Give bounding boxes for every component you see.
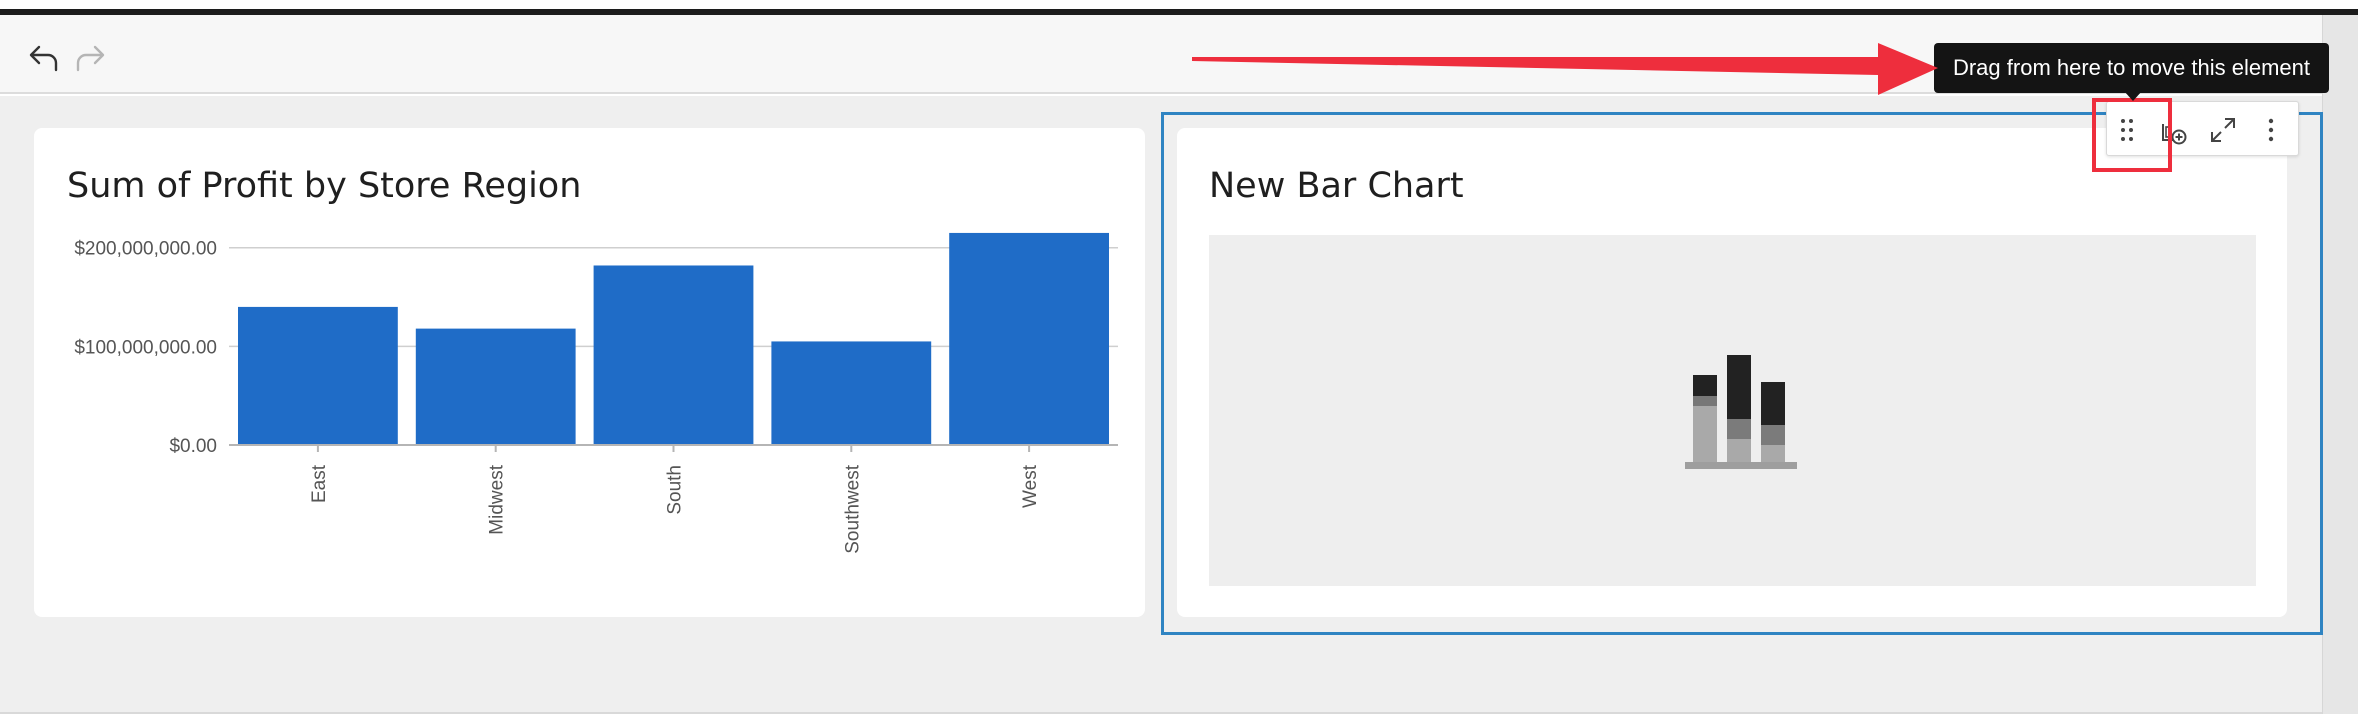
- redo-arrow-icon: [76, 45, 105, 72]
- undo-button[interactable]: [24, 37, 64, 77]
- x-tick-label: Midwest: [487, 464, 508, 534]
- drag-tooltip: Drag from here to move this element: [1934, 43, 2329, 93]
- x-tick-label: West: [1020, 464, 1041, 508]
- profit-chart-card[interactable]: Sum of Profit by Store Region $0.00 $100,…: [34, 128, 1145, 617]
- bar-west[interactable]: [949, 232, 1109, 445]
- right-scrollbar-track[interactable]: [2322, 15, 2358, 714]
- app-window: Sum of Profit by Store Region $0.00 $100,…: [0, 0, 2358, 724]
- redo-button[interactable]: [70, 37, 110, 77]
- bar-midwest[interactable]: [415, 328, 576, 445]
- expand-button[interactable]: [2203, 110, 2243, 150]
- bar-east[interactable]: [238, 306, 398, 445]
- more-options-icon: [2268, 118, 2274, 142]
- bar-south[interactable]: [593, 265, 754, 445]
- bar-southwest[interactable]: [771, 341, 932, 445]
- tooltip-caret: [2124, 91, 2142, 101]
- undo-arrow-icon: [29, 45, 58, 72]
- expand-icon: [2211, 118, 2235, 142]
- y-tick-label: $0.00: [169, 436, 217, 457]
- bar-chart[interactable]: $0.00 $100,000,000.00 $200,000,000.00 East M…: [34, 128, 1145, 617]
- annotation-highlight-box: [2092, 98, 2172, 172]
- x-tick-label: South: [665, 465, 686, 515]
- y-tick-label: $200,000,000.00: [74, 239, 217, 260]
- x-tick-label: East: [309, 464, 330, 503]
- more-options-button[interactable]: [2251, 110, 2291, 150]
- y-tick-label: $100,000,000.00: [74, 337, 217, 358]
- selected-element-outline: [1161, 112, 2323, 635]
- x-tick-label: Southwest: [842, 464, 863, 553]
